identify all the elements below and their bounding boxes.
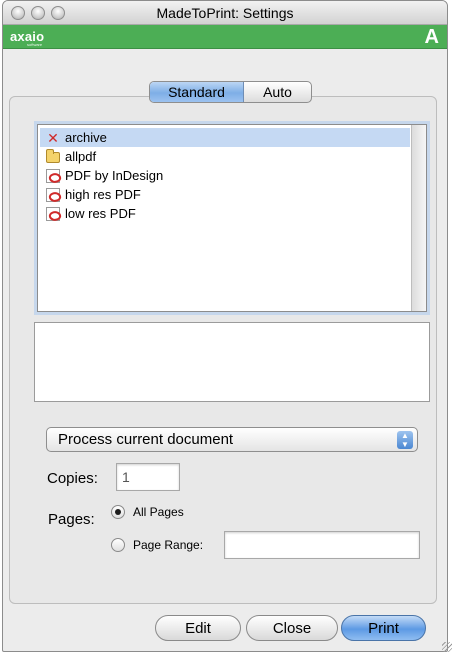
page-range-field[interactable] [224,531,420,559]
x-icon: ✕ [47,129,59,146]
job-item-pdf-by-indesign[interactable]: PDF by InDesign [40,166,410,185]
resize-grip-icon[interactable] [442,642,452,652]
tab-auto[interactable]: Auto [244,82,311,102]
tab-standard[interactable]: Standard [150,82,244,102]
print-button[interactable]: Print [341,615,426,641]
edit-button[interactable]: Edit [155,615,241,641]
copies-label: Copies: [47,470,98,487]
process-popup[interactable]: Process current document ▲ ▼ [46,427,418,452]
job-item-low-res-pdf[interactable]: low res PDF [40,204,410,223]
job-list[interactable]: ✕ archive allpdf PDF by InDesign high re… [34,121,430,315]
page-range-radio[interactable] [111,538,125,552]
all-pages-radio[interactable] [111,505,125,519]
all-pages-label: All Pages [133,505,184,519]
brand-bar: axaio software A [3,25,447,49]
process-popup-value: Process current document [58,431,234,448]
job-item-high-res-pdf[interactable]: high res PDF [40,185,410,204]
job-item-label: low res PDF [65,206,136,221]
axaio-tagline: software [27,42,43,47]
pages-label: Pages: [48,511,95,528]
job-list-scrollbar[interactable] [411,125,426,311]
close-button[interactable]: Close [246,615,338,641]
job-item-archive[interactable]: ✕ archive [40,128,410,147]
page-range-label: Page Range: [133,538,204,552]
job-item-label: high res PDF [65,187,141,202]
job-list-frame: ✕ archive allpdf PDF by InDesign high re… [37,124,427,312]
job-item-label: PDF by InDesign [65,168,164,183]
mode-tabs: Standard Auto [149,81,312,103]
job-item-label: archive [65,130,107,145]
pdf-icon [46,187,60,202]
brand-mark-icon: A [424,26,439,48]
pdf-icon [46,168,60,183]
job-item-label: allpdf [65,149,97,164]
title-bar[interactable]: MadeToPrint: Settings [3,1,447,25]
job-description-area [34,322,430,402]
pdf-icon [46,206,60,221]
window-title: MadeToPrint: Settings [156,5,294,21]
updown-arrows-icon: ▲ ▼ [397,431,413,449]
folder-icon [46,149,60,163]
copies-field[interactable]: 1 [116,463,180,491]
job-item-allpdf[interactable]: allpdf [40,147,410,166]
